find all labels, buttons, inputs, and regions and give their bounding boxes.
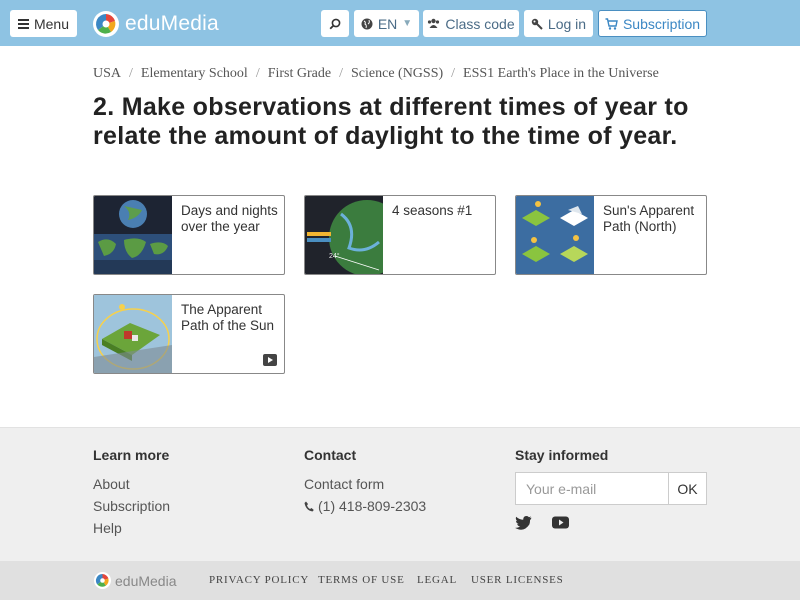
breadcrumb-item[interactable]: ESS1 Earth's Place in the Universe (463, 66, 659, 81)
breadcrumb-separator: / (255, 66, 260, 81)
card-title: Sun's Apparent Path (North) (603, 203, 695, 234)
media-card[interactable]: Sun's Apparent Path (North) (515, 195, 707, 275)
bottom-bar: eduMedia PRIVACY POLICY TERMS OF USE LEG… (0, 561, 800, 600)
breadcrumb-item[interactable]: USA (93, 66, 121, 81)
media-card[interactable]: 24° 4 seasons #1 (304, 195, 496, 275)
edumedia-logo[interactable]: eduMedia (93, 10, 219, 37)
brand-name: eduMedia (125, 11, 219, 35)
phone-icon (304, 501, 314, 511)
edumedia-logo-icon (93, 10, 119, 37)
card-title: The Apparent Path of the Sun (181, 302, 275, 333)
class-code-button[interactable]: Class code (423, 10, 519, 37)
phone-number[interactable]: (1) 418-809-2303 (304, 495, 426, 517)
contact-form-link[interactable]: Contact form (304, 473, 426, 495)
breadcrumb-separator: / (451, 66, 456, 81)
edumedia-logo-icon (94, 572, 111, 589)
media-card[interactable]: The Apparent Path of the Sun (93, 294, 285, 374)
language-label: EN (377, 15, 398, 32)
footer-heading: Learn more (93, 447, 170, 463)
breadcrumb-separator: / (129, 66, 133, 81)
email-input[interactable]: Your e-mail (515, 472, 668, 505)
card-thumbnail (94, 295, 172, 373)
language-select[interactable]: EN ▼ (354, 10, 419, 37)
video-icon (263, 354, 277, 366)
newsletter-form: Your e-mail OK (515, 472, 707, 505)
search-icon (329, 18, 341, 29)
ok-button[interactable]: OK (668, 472, 707, 505)
footer-heading: Stay informed (515, 447, 609, 463)
chevron-down-icon: ▼ (402, 18, 413, 29)
menu-button[interactable]: Menu (10, 10, 77, 37)
card-thumbnail (516, 196, 594, 274)
card-title: Days and nights over the year (181, 203, 278, 234)
breadcrumb-separator: / (339, 66, 343, 81)
social-links (515, 516, 569, 530)
user-licenses-link[interactable]: USER LICENSES (471, 574, 564, 586)
card-thumbnail (94, 196, 172, 274)
footer-contact: Contact Contact form (1) 418-809-2303 (304, 447, 426, 517)
hamburger-icon (17, 18, 29, 29)
breadcrumb-item[interactable]: Science (NGSS) (351, 66, 443, 81)
cart-icon (605, 17, 618, 30)
footer-link-about[interactable]: About (93, 473, 170, 495)
search-button[interactable] (321, 10, 349, 37)
youtube-icon[interactable] (552, 516, 569, 529)
top-header: Menu eduMedia EN ▼ Class code Log in Sub… (0, 0, 800, 46)
footer-brand: eduMedia (115, 572, 177, 589)
footer-learn-more: Learn more About Subscription Help (93, 447, 170, 539)
phone-text: (1) 418-809-2303 (318, 498, 427, 514)
menu-label: Menu (33, 15, 70, 32)
login-button[interactable]: Log in (524, 10, 593, 37)
breadcrumb: USA / Elementary School / First Grade / Scienc… (93, 66, 659, 82)
legal-link[interactable]: LEGAL (417, 574, 457, 586)
subscription-label: Subscription (622, 15, 701, 32)
footer-logo[interactable]: eduMedia (94, 572, 177, 589)
footer-stay-informed: Stay informed (515, 447, 608, 473)
media-card[interactable]: Days and nights over the year (93, 195, 285, 275)
class-code-label: Class code (445, 15, 515, 32)
breadcrumb-item[interactable]: First Grade (268, 66, 331, 81)
footer: Learn more About Subscription Help Conta… (0, 427, 800, 561)
terms-of-use-link[interactable]: TERMS OF USE (318, 574, 405, 586)
svg-text:24°: 24° (329, 252, 340, 260)
key-icon (531, 18, 543, 30)
privacy-policy-link[interactable]: PRIVACY POLICY (209, 574, 309, 586)
globe-icon (361, 18, 373, 29)
subscription-button[interactable]: Subscription (598, 10, 707, 37)
footer-heading: Contact (304, 447, 357, 463)
twitter-icon[interactable] (515, 516, 532, 530)
card-title: 4 seasons #1 (392, 203, 473, 218)
page-title: 2. Make observations at different times … (93, 93, 689, 150)
breadcrumb-item[interactable]: Elementary School (141, 66, 248, 81)
card-thumbnail: 24° (305, 196, 383, 274)
users-icon (428, 18, 440, 28)
footer-link-help[interactable]: Help (93, 517, 170, 539)
footer-link-subscription[interactable]: Subscription (93, 495, 170, 517)
login-label: Log in (547, 15, 587, 32)
